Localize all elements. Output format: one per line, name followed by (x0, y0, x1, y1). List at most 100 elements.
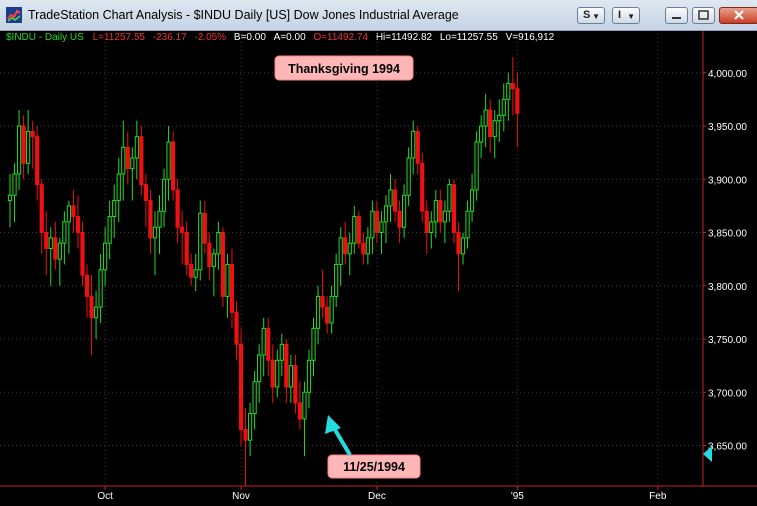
candle[interactable] (302, 381, 307, 457)
candle[interactable] (26, 110, 31, 174)
candle[interactable] (93, 291, 99, 340)
candle[interactable] (211, 248, 216, 297)
candle[interactable] (53, 221, 58, 270)
candle[interactable] (71, 189, 76, 233)
candle[interactable] (506, 72, 511, 121)
candle[interactable] (266, 317, 271, 377)
candle[interactable] (315, 285, 321, 345)
candle[interactable] (361, 232, 366, 265)
candle[interactable] (510, 56, 515, 116)
candle[interactable] (229, 248, 235, 329)
candle[interactable] (161, 168, 167, 228)
candle[interactable] (306, 349, 312, 409)
candle[interactable] (343, 221, 348, 265)
candle[interactable] (370, 200, 375, 254)
candle[interactable] (216, 221, 221, 270)
candle[interactable] (84, 264, 90, 318)
candle[interactable] (170, 131, 176, 201)
candle[interactable] (501, 83, 506, 132)
candle[interactable] (57, 237, 62, 286)
candle[interactable] (62, 211, 67, 265)
candle[interactable] (157, 195, 162, 254)
candle[interactable] (338, 227, 343, 286)
candle[interactable] (238, 328, 244, 446)
candle[interactable] (39, 179, 44, 254)
candle[interactable] (442, 200, 447, 244)
candle[interactable] (388, 173, 393, 222)
candle[interactable] (16, 110, 22, 190)
candle[interactable] (347, 232, 352, 276)
price-chart[interactable]: 3,650.00 3,700.00 3,750.00 3,800.00 3,850.00… (0, 31, 757, 506)
candle[interactable] (112, 184, 117, 238)
candle[interactable] (130, 147, 135, 201)
candle[interactable] (279, 333, 284, 377)
candle[interactable] (66, 200, 71, 254)
candle[interactable] (184, 221, 189, 276)
candle[interactable] (270, 344, 275, 403)
title-bar[interactable]: TradeStation Chart Analysis - $INDU Dail… (0, 0, 757, 31)
candle[interactable] (447, 179, 452, 222)
candle[interactable] (293, 354, 298, 414)
candle[interactable] (433, 189, 438, 238)
candle[interactable] (148, 189, 153, 254)
candle[interactable] (35, 126, 40, 201)
candle[interactable] (492, 110, 497, 158)
candle[interactable] (175, 179, 180, 244)
candle[interactable] (225, 253, 230, 318)
candle[interactable] (103, 227, 108, 286)
candle[interactable] (89, 275, 94, 355)
candle[interactable] (334, 253, 339, 308)
candle[interactable] (21, 115, 26, 180)
candle[interactable] (288, 354, 293, 403)
candle[interactable] (234, 301, 239, 361)
candle[interactable] (325, 296, 330, 334)
candle[interactable] (180, 211, 185, 265)
candle[interactable] (329, 285, 334, 334)
candle[interactable] (429, 211, 434, 249)
candle[interactable] (30, 120, 35, 169)
candle[interactable] (479, 115, 484, 158)
candle[interactable] (80, 221, 85, 286)
candle[interactable] (397, 200, 402, 244)
candle[interactable] (107, 200, 112, 260)
candle[interactable] (275, 349, 280, 398)
candle[interactable] (252, 370, 257, 430)
candle[interactable] (374, 200, 380, 244)
candle[interactable] (383, 195, 389, 244)
candle[interactable] (406, 147, 411, 206)
candle[interactable] (465, 200, 470, 249)
candle[interactable] (474, 131, 479, 201)
candle[interactable] (483, 94, 488, 148)
candle[interactable] (220, 227, 226, 308)
candle[interactable] (392, 179, 398, 222)
candle[interactable] (424, 200, 429, 254)
candle[interactable] (420, 152, 425, 222)
candle[interactable] (139, 126, 144, 196)
candle[interactable] (469, 173, 475, 222)
candle[interactable] (415, 126, 420, 174)
candle[interactable] (352, 205, 357, 254)
candle[interactable] (411, 120, 416, 174)
candle[interactable] (44, 211, 49, 276)
candle[interactable] (257, 344, 262, 403)
candle[interactable] (515, 72, 520, 148)
candle[interactable] (243, 408, 248, 486)
candle[interactable] (121, 120, 126, 201)
candle[interactable] (198, 200, 203, 281)
candle[interactable] (297, 381, 303, 430)
candle[interactable] (284, 339, 289, 403)
candle[interactable] (438, 189, 443, 233)
s-dropdown-button[interactable]: S ▼ (577, 7, 605, 24)
i-dropdown-button[interactable]: I ▼ (612, 7, 640, 24)
candle[interactable] (207, 232, 212, 281)
candle[interactable] (456, 221, 461, 292)
close-button[interactable] (719, 7, 757, 24)
candle[interactable] (379, 211, 384, 254)
candle[interactable] (152, 211, 158, 276)
restore-button[interactable] (692, 7, 715, 24)
candle[interactable] (166, 126, 171, 201)
candle[interactable] (451, 179, 457, 244)
candle[interactable] (189, 253, 194, 286)
candle[interactable] (125, 131, 130, 185)
candle[interactable] (402, 184, 407, 238)
